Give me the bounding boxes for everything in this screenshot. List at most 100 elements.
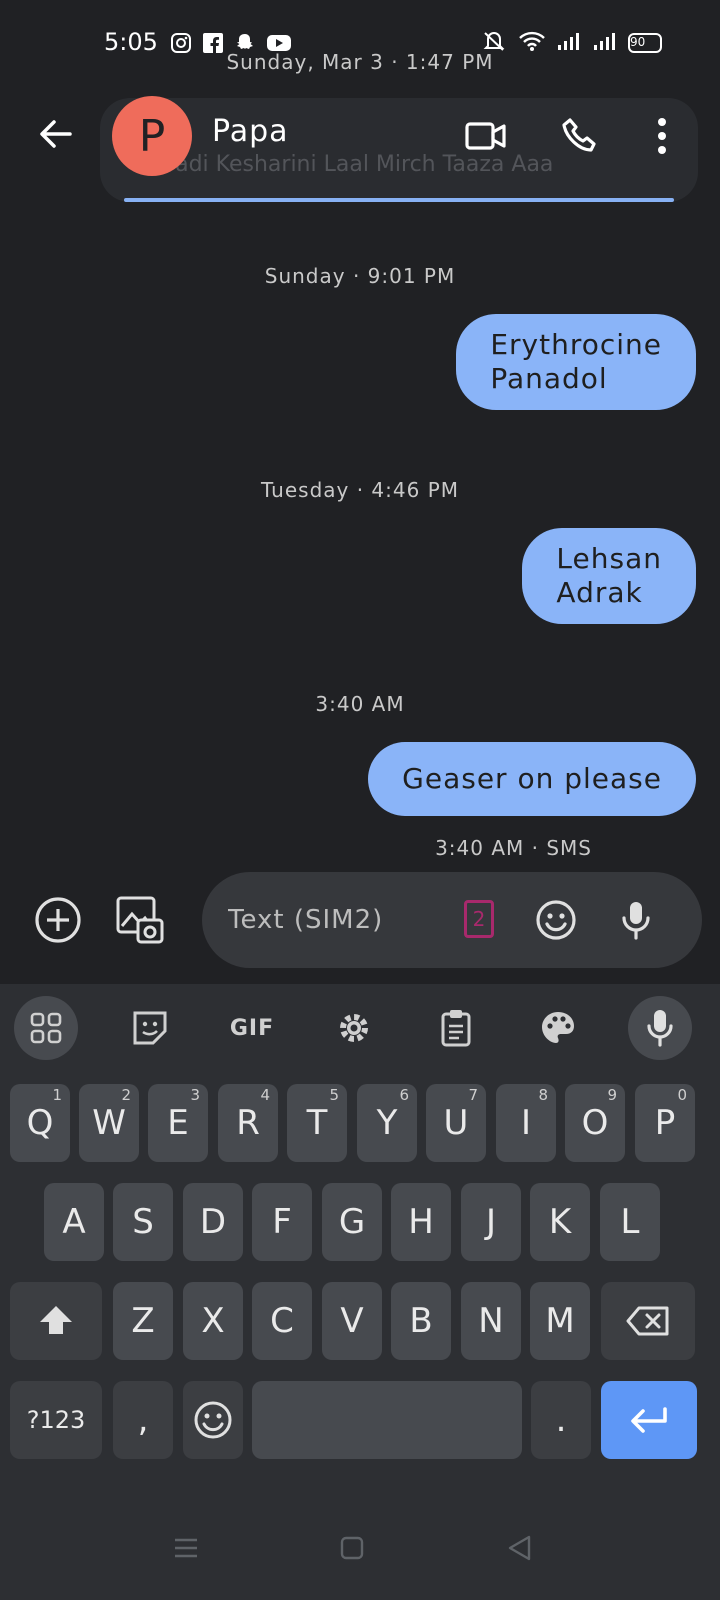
key-x[interactable]: X: [183, 1282, 243, 1360]
backspace-key[interactable]: [601, 1282, 695, 1360]
key-g[interactable]: G: [322, 1183, 382, 1261]
recents-button[interactable]: [166, 1528, 206, 1568]
apps-grid-button[interactable]: [14, 996, 78, 1060]
video-call-button[interactable]: [460, 110, 512, 162]
key-label: .: [555, 1400, 567, 1440]
gif-button[interactable]: GIF: [220, 996, 284, 1060]
key-f[interactable]: F: [252, 1183, 312, 1261]
avatar[interactable]: P: [112, 96, 192, 176]
key-h[interactable]: H: [391, 1183, 451, 1261]
key-o[interactable]: O9: [565, 1084, 625, 1162]
key-w[interactable]: W2: [79, 1084, 139, 1162]
gallery-button[interactable]: [112, 892, 168, 948]
key-label: D: [199, 1202, 227, 1242]
key-a[interactable]: A: [44, 1183, 104, 1261]
key-k[interactable]: K: [530, 1183, 590, 1261]
key-label: I: [520, 1103, 532, 1143]
space-key[interactable]: [252, 1381, 522, 1459]
key-hint: 1: [52, 1086, 62, 1104]
key-e[interactable]: E3: [148, 1084, 208, 1162]
key-m[interactable]: M: [530, 1282, 590, 1360]
square-icon: [340, 1536, 364, 1560]
key-i[interactable]: I8: [496, 1084, 556, 1162]
key-b[interactable]: B: [391, 1282, 451, 1360]
key-q[interactable]: Q1: [10, 1084, 70, 1162]
key-label: L: [620, 1202, 640, 1242]
voice-input-button[interactable]: [608, 892, 664, 948]
key-label: F: [272, 1202, 292, 1242]
phone-icon: [562, 118, 596, 152]
message-input[interactable]: [228, 898, 428, 942]
key-label: B: [409, 1301, 433, 1341]
photo-camera-icon: [116, 896, 164, 944]
key-label: O: [581, 1103, 609, 1143]
key-label: ,: [137, 1400, 149, 1440]
shift-key[interactable]: [10, 1282, 102, 1360]
key-label: G: [338, 1202, 366, 1242]
key-c[interactable]: C: [252, 1282, 312, 1360]
key-d[interactable]: D: [183, 1183, 243, 1261]
menu-lines-icon: [175, 1538, 197, 1558]
key-t[interactable]: T5: [287, 1084, 347, 1162]
key-n[interactable]: N: [461, 1282, 521, 1360]
message-bubble[interactable]: Geaser on please: [368, 742, 696, 816]
message-text: Erythrocine: [490, 328, 662, 361]
back-nav-button[interactable]: [500, 1528, 540, 1568]
enter-key[interactable]: [601, 1381, 697, 1459]
more-vert-icon: [658, 118, 666, 154]
key-label: S: [132, 1202, 154, 1242]
phone-call-button[interactable]: [554, 110, 606, 162]
app-bar: P Papa: [0, 92, 720, 180]
key-label: Y: [376, 1103, 398, 1143]
key-y[interactable]: Y6: [357, 1084, 417, 1162]
add-attachment-button[interactable]: [30, 892, 86, 948]
key-label: Z: [131, 1301, 155, 1341]
emoji-icon: [194, 1401, 232, 1439]
message-bubble[interactable]: Lehsan Adrak: [522, 528, 696, 624]
key-hint: 6: [399, 1086, 409, 1104]
comma-key[interactable]: ,: [113, 1381, 173, 1459]
settings-button[interactable]: [322, 996, 386, 1060]
key-hint: 9: [607, 1086, 617, 1104]
key-hint: 0: [677, 1086, 687, 1104]
key-s[interactable]: S: [113, 1183, 173, 1261]
emoji-button[interactable]: [528, 892, 584, 948]
keyboard-voice-button[interactable]: [628, 996, 692, 1060]
key-label: A: [62, 1202, 86, 1242]
sim-selector[interactable]: 2: [464, 900, 494, 938]
clipboard-button[interactable]: [424, 996, 488, 1060]
key-hint: 5: [329, 1086, 339, 1104]
key-label: N: [478, 1301, 504, 1341]
back-button[interactable]: [34, 112, 78, 156]
home-button[interactable]: [332, 1528, 372, 1568]
key-label: M: [545, 1301, 575, 1341]
message-timestamp: 3:40 AM: [315, 692, 405, 716]
key-hint: 7: [468, 1086, 478, 1104]
gear-icon: [340, 1014, 368, 1042]
key-r[interactable]: R4: [218, 1084, 278, 1162]
period-key[interactable]: .: [531, 1381, 591, 1459]
sticker-button[interactable]: [118, 996, 182, 1060]
key-label: E: [167, 1103, 189, 1143]
video-camera-icon: [465, 122, 506, 150]
overflow-menu-button[interactable]: [636, 110, 688, 162]
key-v[interactable]: V: [322, 1282, 382, 1360]
key-p[interactable]: P0: [635, 1084, 695, 1162]
key-label: J: [485, 1202, 497, 1242]
gif-label: GIF: [229, 1015, 275, 1041]
emoji-key[interactable]: [183, 1381, 243, 1459]
symbols-key[interactable]: ?123: [10, 1381, 102, 1459]
contact-name[interactable]: Papa: [212, 114, 289, 149]
message-text: Geaser on please: [402, 762, 662, 795]
key-label: W: [92, 1103, 126, 1143]
key-u[interactable]: U7: [426, 1084, 486, 1162]
key-label: P: [654, 1103, 676, 1143]
key-hint: 3: [190, 1086, 200, 1104]
key-l[interactable]: L: [600, 1183, 660, 1261]
arrow-back-icon: [40, 120, 72, 148]
message-bubble[interactable]: Erythrocine Panadol: [456, 314, 696, 410]
key-j[interactable]: J: [461, 1183, 521, 1261]
key-z[interactable]: Z: [113, 1282, 173, 1360]
message-input-box[interactable]: 2: [202, 872, 702, 968]
theme-button[interactable]: [526, 996, 590, 1060]
